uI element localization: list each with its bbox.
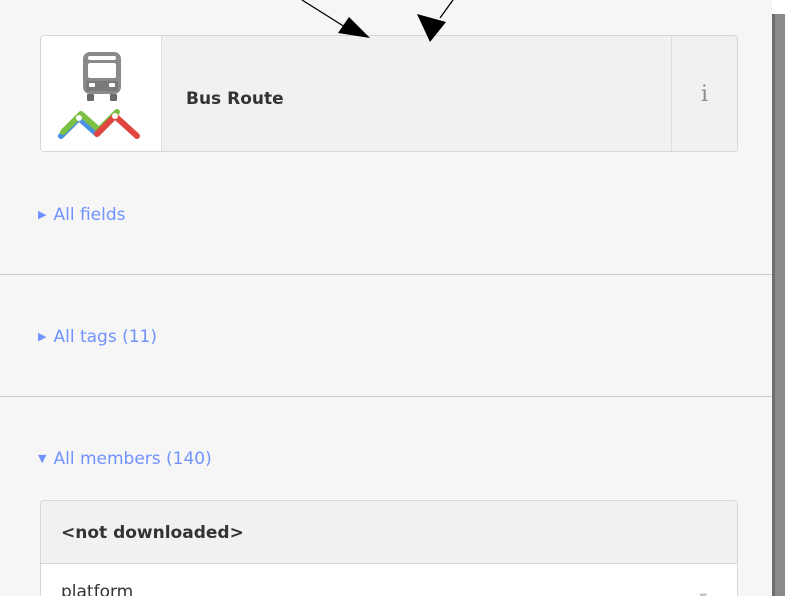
all-tags-toggle[interactable]: ▶ All tags (11): [38, 327, 157, 347]
bus-route-icon: [58, 52, 140, 139]
members-list: <not downloaded> platform ▼: [40, 500, 738, 596]
chevron-down-icon[interactable]: ▼: [699, 592, 707, 596]
all-fields-label: All fields: [53, 205, 126, 225]
preset-card[interactable]: Bus Route i: [40, 35, 738, 152]
resizer-edge: [772, 14, 775, 596]
all-fields-toggle[interactable]: ▶ All fields: [38, 205, 126, 225]
preset-name[interactable]: Bus Route: [186, 36, 284, 151]
preset-info-button[interactable]: i: [671, 36, 737, 151]
section-divider: [0, 274, 772, 275]
all-tags-label: All tags (11): [53, 327, 157, 347]
section-divider: [0, 396, 772, 397]
triangle-right-icon: ▶: [38, 208, 47, 221]
panel-resizer[interactable]: [772, 14, 785, 596]
member-role-input[interactable]: platform: [61, 582, 133, 596]
all-members-label: All members (140): [53, 449, 212, 469]
triangle-right-icon: ▶: [38, 330, 47, 343]
inspector-panel: Bus Route i ▶ All fields ▶ All tags (11) ▼…: [0, 0, 772, 596]
preset-icon-box[interactable]: [41, 36, 162, 151]
member-header[interactable]: <not downloaded>: [41, 501, 737, 564]
all-members-toggle[interactable]: ▼ All members (140): [38, 449, 212, 469]
triangle-down-icon: ▼: [38, 452, 47, 465]
member-role-row[interactable]: platform ▼: [41, 564, 737, 596]
